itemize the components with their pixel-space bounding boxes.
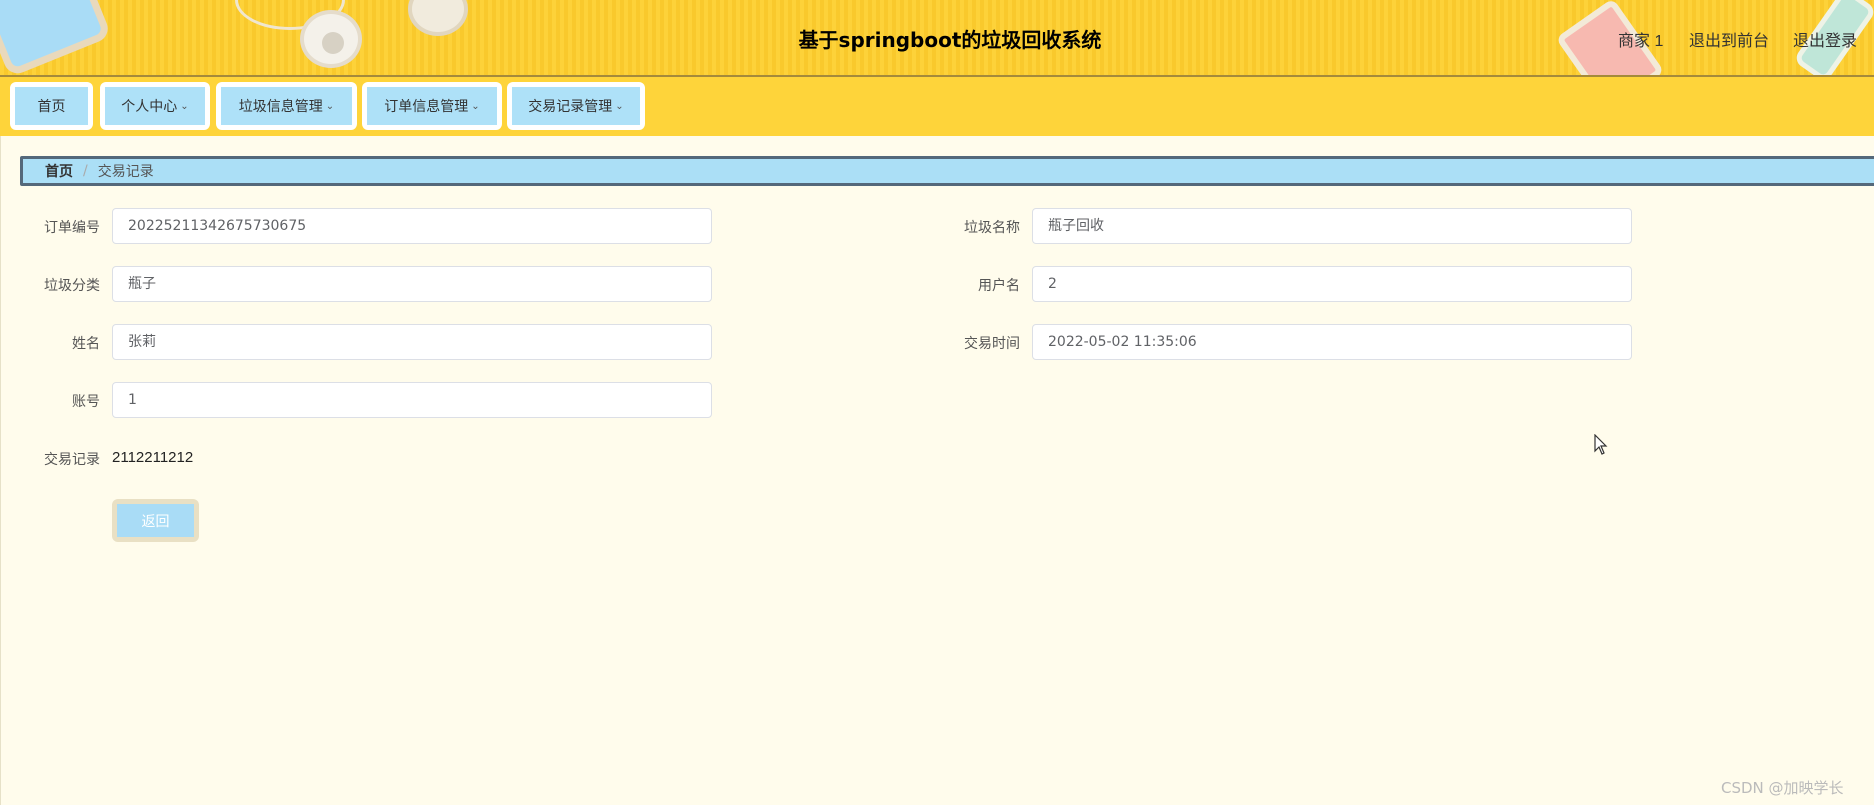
nav-item-label: 首页 — [37, 99, 66, 115]
mouse-cursor-icon — [1594, 434, 1608, 455]
trade-time-label: 交易时间 — [964, 336, 1020, 352]
chevron-down-icon: ⌄ — [471, 100, 480, 112]
breadcrumb-home[interactable]: 首页 — [45, 161, 73, 181]
chevron-down-icon: ⌄ — [615, 100, 624, 112]
app-title: 基于springboot的垃圾回收系统 — [798, 28, 1102, 52]
account-label: 账号 — [72, 394, 100, 410]
username-field[interactable]: 2 — [1032, 266, 1632, 302]
nav-item-order-info[interactable]: 订单信息管理 ⌄ — [362, 82, 502, 130]
trade-record-value: 2112211212 — [112, 449, 194, 466]
nav-item-home[interactable]: 首页 — [10, 82, 93, 130]
watermark: CSDN @加映学长 — [1721, 779, 1844, 797]
trade-record-label: 交易记录 — [44, 452, 100, 468]
garbage-name-label: 垃圾名称 — [964, 220, 1020, 236]
order-no-field[interactable]: 20225211342675730675 — [112, 208, 712, 244]
garbage-category-field[interactable]: 瓶子 — [112, 266, 712, 302]
order-no-label: 订单编号 — [44, 220, 100, 236]
name-label: 姓名 — [72, 336, 100, 352]
back-button-wrapper: 返回 — [112, 499, 199, 542]
exit-to-front-link[interactable]: 退出到前台 — [1689, 27, 1769, 51]
trade-time-field[interactable]: 2022-05-02 11:35:06 — [1032, 324, 1632, 360]
current-user: 商家 1 — [1618, 33, 1664, 50]
nav-item-label: 交易记录管理 — [528, 99, 613, 115]
account-field[interactable]: 1 — [112, 382, 712, 418]
logout-link[interactable]: 退出登录 — [1793, 27, 1857, 51]
main-nav: 首页 个人中心 ⌄ 垃圾信息管理 ⌄ 订单信息管理 ⌄ 交易记录管理 ⌄ — [0, 77, 1874, 136]
breadcrumb: 首页 / 交易记录 — [20, 156, 1874, 186]
nav-item-personal-center[interactable]: 个人中心 ⌄ — [100, 82, 210, 130]
nav-item-label: 垃圾信息管理 — [238, 99, 323, 115]
breadcrumb-current: 交易记录 — [97, 164, 154, 180]
username-label: 用户名 — [978, 278, 1020, 294]
name-field[interactable]: 张莉 — [112, 324, 712, 360]
nav-item-trade-records[interactable]: 交易记录管理 ⌄ — [507, 82, 645, 130]
garbage-category-label: 垃圾分类 — [44, 278, 100, 294]
garbage-name-field[interactable]: 瓶子回收 — [1032, 208, 1632, 244]
chevron-down-icon: ⌄ — [180, 100, 189, 112]
nav-item-label: 订单信息管理 — [384, 99, 469, 115]
nav-item-garbage-info[interactable]: 垃圾信息管理 ⌄ — [216, 82, 357, 130]
nav-item-label: 个人中心 — [121, 99, 178, 115]
chevron-down-icon: ⌄ — [325, 100, 335, 112]
app-header: 基于springboot的垃圾回收系统 商家 1 退出到前台 退出登录 — [0, 0, 1874, 77]
back-button[interactable]: 返回 — [117, 504, 194, 537]
breadcrumb-separator: / — [83, 163, 88, 179]
